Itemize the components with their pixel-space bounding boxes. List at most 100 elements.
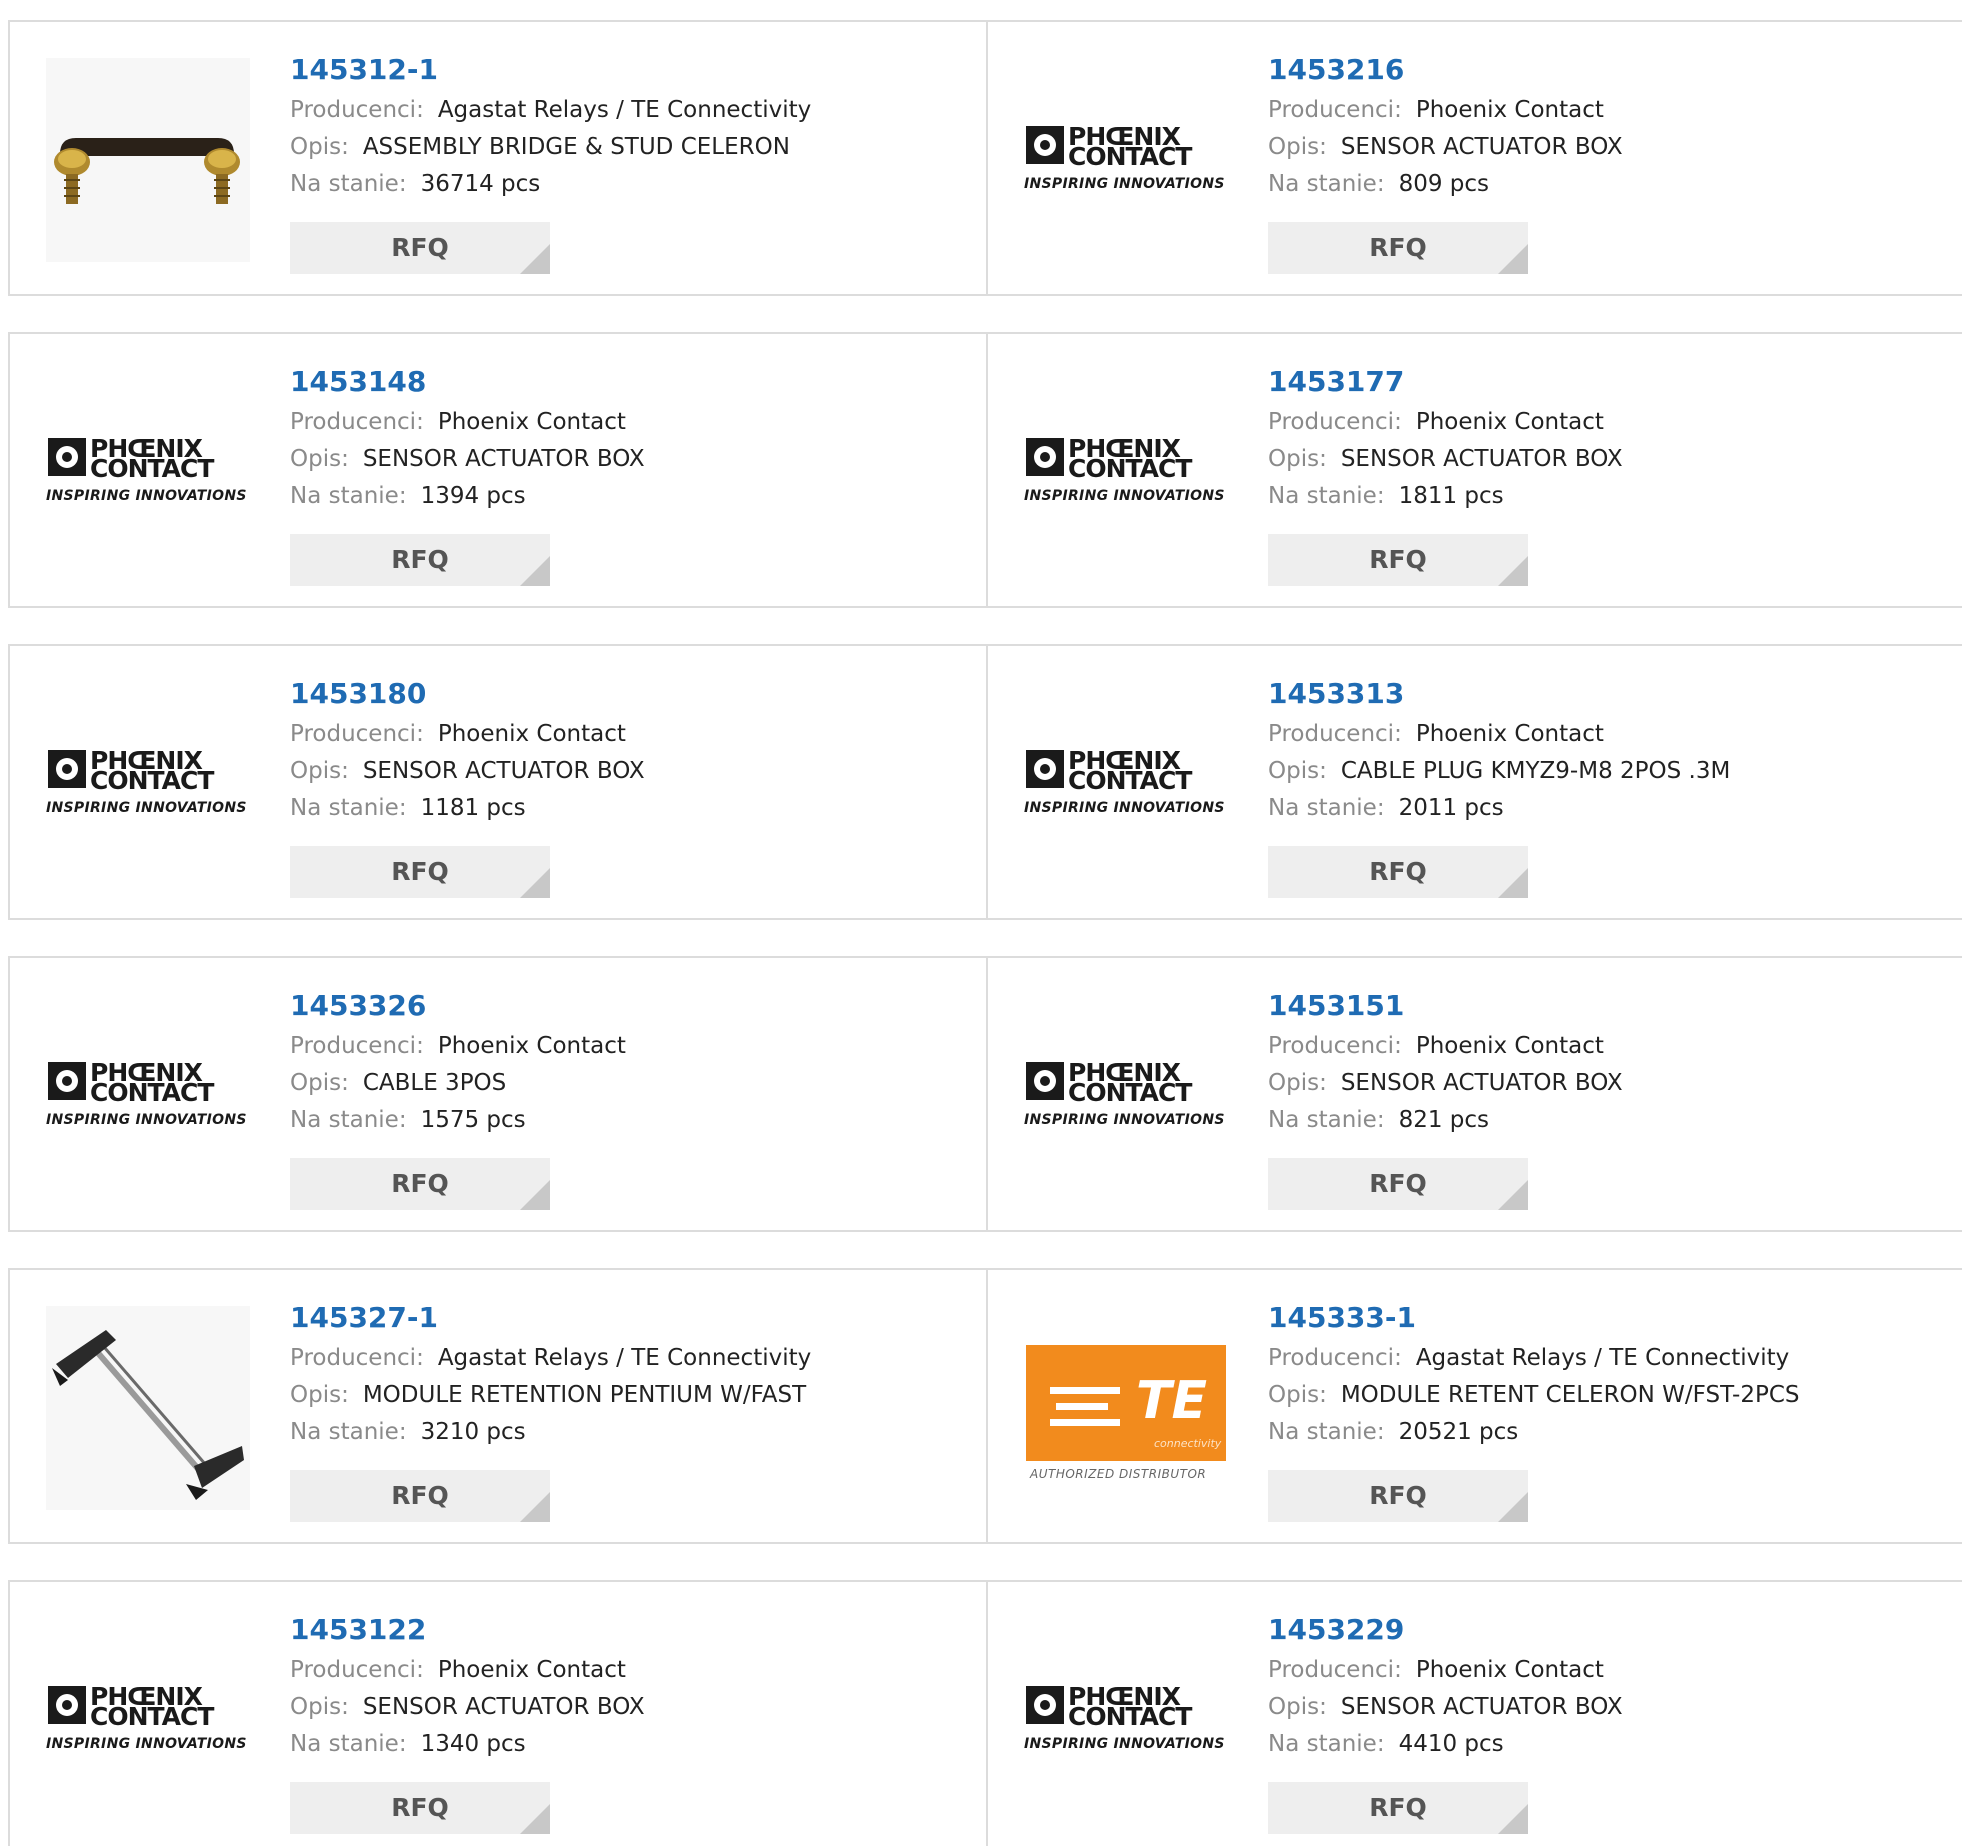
stock-value: 1811 pcs <box>1398 483 1504 509</box>
product-image[interactable]: PHŒNIX CONTACT INSPIRING INNOVATIONS <box>1024 994 1228 1198</box>
manufacturer-label: Producenci: <box>290 409 424 435</box>
product-image[interactable]: PHŒNIX CONTACT INSPIRING INNOVATIONS <box>1024 1618 1228 1822</box>
description-value: SENSOR ACTUATOR BOX <box>1340 1070 1623 1096</box>
description-value: CABLE PLUG KMYZ9-M8 2POS .3M <box>1340 758 1731 784</box>
description-row: Opis: SENSOR ACTUATOR BOX <box>1268 129 1623 166</box>
part-number-link[interactable]: 145312-1 <box>290 50 811 92</box>
product-row: PHŒNIX CONTACT INSPIRING INNOVATIONS 14531… <box>8 1580 1962 1846</box>
part-number-link[interactable]: 1453313 <box>1268 674 1730 716</box>
rfq-button[interactable]: RFQ <box>290 1782 550 1834</box>
manufacturer-value: Phoenix Contact <box>437 1657 626 1683</box>
product-info: 1453151 Producenci: Phoenix Contact Opis:… <box>1268 986 1623 1139</box>
rfq-label: RFQ <box>391 857 449 886</box>
manufacturer-label: Producenci: <box>1268 409 1402 435</box>
rfq-button[interactable]: RFQ <box>1268 1158 1528 1210</box>
product-image[interactable]: PHŒNIX CONTACT INSPIRING INNOVATIONS <box>46 1618 250 1822</box>
part-number-link[interactable]: 1453229 <box>1268 1610 1623 1652</box>
description-value: SENSOR ACTUATOR BOX <box>1340 1694 1623 1720</box>
rfq-label: RFQ <box>391 1793 449 1822</box>
product-row: PHŒNIX CONTACT INSPIRING INNOVATIONS 14531… <box>8 332 1962 608</box>
phoenix-mark-icon <box>1026 126 1064 164</box>
manufacturer-value: Phoenix Contact <box>1415 1657 1604 1683</box>
product-info: 1453229 Producenci: Phoenix Contact Opis:… <box>1268 1610 1623 1763</box>
corner-fold-icon <box>520 1804 550 1834</box>
rfq-button[interactable]: RFQ <box>1268 222 1528 274</box>
stock-value: 1181 pcs <box>420 795 526 821</box>
stock-value: 1575 pcs <box>420 1107 526 1133</box>
manufacturer-value: Agastat Relays / TE Connectivity <box>1415 1345 1790 1371</box>
description-row: Opis: MODULE RETENT CELERON W/FST-2PCS <box>1268 1377 1800 1414</box>
part-number-link[interactable]: 1453148 <box>290 362 645 404</box>
te-connectivity-logo: TE connectivity AUTHORIZED DISTRIBUTOR <box>1024 1333 1228 1483</box>
stock-value: 20521 pcs <box>1398 1419 1519 1445</box>
manufacturer-label: Producenci: <box>290 1345 424 1371</box>
product-image[interactable] <box>46 1306 250 1510</box>
rfq-button[interactable]: RFQ <box>1268 1782 1528 1834</box>
stock-label: Na stanie: <box>290 1419 407 1445</box>
manufacturer-row: Producenci: Agastat Relays / TE Connectiv… <box>290 92 811 129</box>
phoenix-contact-logo: PHŒNIX CONTACT INSPIRING INNOVATIONS <box>1024 748 1228 820</box>
rfq-button[interactable]: RFQ <box>290 534 550 586</box>
stock-row: Na stanie: 821 pcs <box>1268 1102 1623 1139</box>
phoenix-mark-icon <box>48 1062 86 1100</box>
rfq-button[interactable]: RFQ <box>290 222 550 274</box>
product-image[interactable]: PHŒNIX CONTACT INSPIRING INNOVATIONS <box>46 682 250 886</box>
te-sub: connectivity <box>1154 1437 1222 1450</box>
stock-label: Na stanie: <box>290 1731 407 1757</box>
product-image[interactable]: PHŒNIX CONTACT INSPIRING INNOVATIONS <box>46 994 250 1198</box>
product-image[interactable]: PHŒNIX CONTACT INSPIRING INNOVATIONS <box>1024 682 1228 886</box>
product-card: 145312-1 Producenci: Agastat Relays / TE … <box>8 20 988 296</box>
description-value: ASSEMBLY BRIDGE & STUD CELERON <box>362 134 790 160</box>
rfq-button[interactable]: RFQ <box>1268 846 1528 898</box>
logo-tagline: INSPIRING INNOVATIONS <box>1024 1112 1225 1128</box>
part-number-link[interactable]: 1453122 <box>290 1610 645 1652</box>
manufacturer-row: Producenci: Phoenix Contact <box>290 1028 626 1065</box>
rfq-button[interactable]: RFQ <box>1268 1470 1528 1522</box>
logo-tagline: INSPIRING INNOVATIONS <box>46 1112 247 1128</box>
manufacturer-label: Producenci: <box>290 1033 424 1059</box>
product-info: 1453313 Producenci: Phoenix Contact Opis:… <box>1268 674 1730 827</box>
part-number-link[interactable]: 145333-1 <box>1268 1298 1800 1340</box>
corner-fold-icon <box>520 1180 550 1210</box>
description-row: Opis: CABLE 3POS <box>290 1065 626 1102</box>
logo-tagline: INSPIRING INNOVATIONS <box>1024 800 1225 816</box>
te-badge: TE connectivity <box>1026 1345 1226 1461</box>
rfq-button[interactable]: RFQ <box>290 846 550 898</box>
rfq-button[interactable]: RFQ <box>1268 534 1528 586</box>
description-label: Opis: <box>290 758 349 784</box>
product-info: 1453216 Producenci: Phoenix Contact Opis:… <box>1268 50 1623 203</box>
description-value: SENSOR ACTUATOR BOX <box>1340 446 1623 472</box>
corner-fold-icon <box>520 1492 550 1522</box>
product-info: 1453326 Producenci: Phoenix Contact Opis:… <box>290 986 626 1139</box>
rfq-button[interactable]: RFQ <box>290 1470 550 1522</box>
product-image[interactable]: PHŒNIX CONTACT INSPIRING INNOVATIONS <box>1024 58 1228 262</box>
description-label: Opis: <box>1268 1070 1327 1096</box>
description-label: Opis: <box>1268 134 1327 160</box>
product-row: 145312-1 Producenci: Agastat Relays / TE … <box>8 20 1962 296</box>
product-info: 145327-1 Producenci: Agastat Relays / TE … <box>290 1298 811 1451</box>
corner-fold-icon <box>1498 1804 1528 1834</box>
description-label: Opis: <box>290 134 349 160</box>
part-number-link[interactable]: 1453216 <box>1268 50 1623 92</box>
rfq-button[interactable]: RFQ <box>290 1158 550 1210</box>
part-number-link[interactable]: 1453326 <box>290 986 626 1028</box>
description-row: Opis: MODULE RETENTION PENTIUM W/FAST <box>290 1377 811 1414</box>
part-number-link[interactable]: 1453180 <box>290 674 645 716</box>
description-label: Opis: <box>290 1070 349 1096</box>
manufacturer-value: Phoenix Contact <box>1415 1033 1604 1059</box>
manufacturer-row: Producenci: Phoenix Contact <box>1268 404 1623 441</box>
product-image[interactable]: PHŒNIX CONTACT INSPIRING INNOVATIONS <box>1024 370 1228 574</box>
product-image[interactable] <box>46 58 250 262</box>
rfq-label: RFQ <box>1369 1793 1427 1822</box>
manufacturer-value: Agastat Relays / TE Connectivity <box>437 1345 812 1371</box>
part-number-link[interactable]: 1453177 <box>1268 362 1623 404</box>
product-info: 145333-1 Producenci: Agastat Relays / TE … <box>1268 1298 1800 1451</box>
product-image[interactable]: TE connectivity AUTHORIZED DISTRIBUTOR <box>1024 1306 1228 1510</box>
logo-tagline: INSPIRING INNOVATIONS <box>1024 488 1225 504</box>
part-number-link[interactable]: 1453151 <box>1268 986 1623 1028</box>
product-image[interactable]: PHŒNIX CONTACT INSPIRING INNOVATIONS <box>46 370 250 574</box>
description-label: Opis: <box>1268 1694 1327 1720</box>
part-number-link[interactable]: 145327-1 <box>290 1298 811 1340</box>
phoenix-mark-icon <box>1026 1062 1064 1100</box>
logo-word-2: CONTACT <box>1068 766 1192 795</box>
